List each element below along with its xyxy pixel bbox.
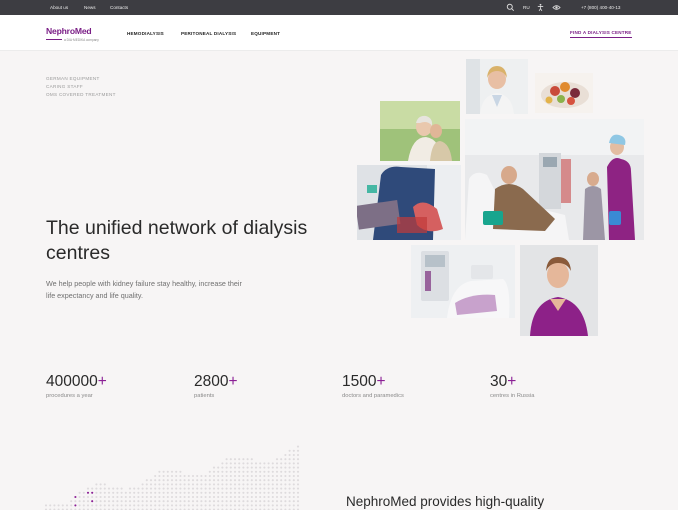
photo-dialysis-room (465, 119, 644, 240)
photo-family-hug (380, 101, 460, 161)
feature-item: GERMAN EQUIPMENT (46, 76, 100, 81)
nav-hemodialysis[interactable]: HEMODIALYSIS (127, 31, 164, 36)
russia-dot-map (44, 445, 300, 510)
stat-label: patients (194, 393, 215, 399)
photo-doctor-portrait (466, 59, 528, 114)
stat-procedures: 400000+ procedures a year (46, 373, 107, 399)
top-utility-bar: About us News Contacts RU +7 (800) 400-4… (0, 0, 678, 15)
logo-name: NephroMed (46, 26, 92, 36)
stat-plus: + (228, 373, 238, 390)
feature-list: GERMAN EQUIPMENT CARING STAFF OMS COVERE… (46, 75, 116, 100)
stat-plus: + (507, 373, 517, 390)
stat-label: doctors and paramedics (342, 393, 404, 399)
accessibility-icon[interactable] (536, 3, 545, 12)
eye-icon[interactable] (552, 3, 561, 12)
feature-item: CARING STAFF (46, 84, 83, 90)
stat-value: 1500 (342, 373, 377, 390)
section-title: NephroMed provides high-quality (346, 494, 545, 509)
topbar-link-news[interactable]: News (84, 5, 96, 10)
stat-value: 30 (490, 373, 508, 390)
logo[interactable]: NephroMed a DIA·MEDIKA company (46, 26, 99, 42)
logo-underline (46, 39, 62, 41)
nav-peritoneal-dialysis[interactable]: PERITONEAL DIALYSIS (181, 31, 236, 36)
hero-subtitle: We help people with kidney failure stay … (46, 279, 242, 300)
site-header: NephroMed a DIA·MEDIKA company HEMODIALY… (0, 15, 678, 51)
stat-patients: 2800+ patients (194, 373, 238, 399)
topbar-phone[interactable]: +7 (800) 400-40-13 (581, 5, 620, 10)
stat-label: procedures a year (46, 393, 93, 399)
stat-value: 400000 (46, 373, 98, 390)
stat-doctors: 1500+ doctors and paramedics (342, 373, 404, 399)
photo-fruit-plate (535, 73, 593, 113)
stat-centres: 30+ centres in Russia (490, 373, 534, 399)
topbar-link-contacts[interactable]: Contacts (110, 5, 128, 10)
find-dialysis-centre-button[interactable]: FIND A DIALYSIS CENTRE (570, 30, 632, 38)
logo-tagline: a DIA·MEDIKA company (64, 38, 99, 42)
nav-equipment[interactable]: EQUIPMENT (251, 31, 280, 36)
stat-plus: + (376, 373, 386, 390)
hero-title: The unified network of dialysis centres (46, 217, 308, 264)
feature-item: OMS COVERED TREATMENT (46, 92, 116, 98)
stat-plus: + (97, 373, 107, 390)
language-switch[interactable]: RU (523, 5, 530, 10)
photo-patient-with-tablet (357, 165, 461, 240)
photo-nurse-portrait (520, 245, 598, 336)
search-icon[interactable] (506, 3, 515, 12)
stat-label: centres in Russia (490, 393, 535, 399)
photo-dialysis-equipment (411, 245, 515, 318)
stat-value: 2800 (194, 373, 229, 390)
topbar-link-about[interactable]: About us (50, 5, 68, 10)
